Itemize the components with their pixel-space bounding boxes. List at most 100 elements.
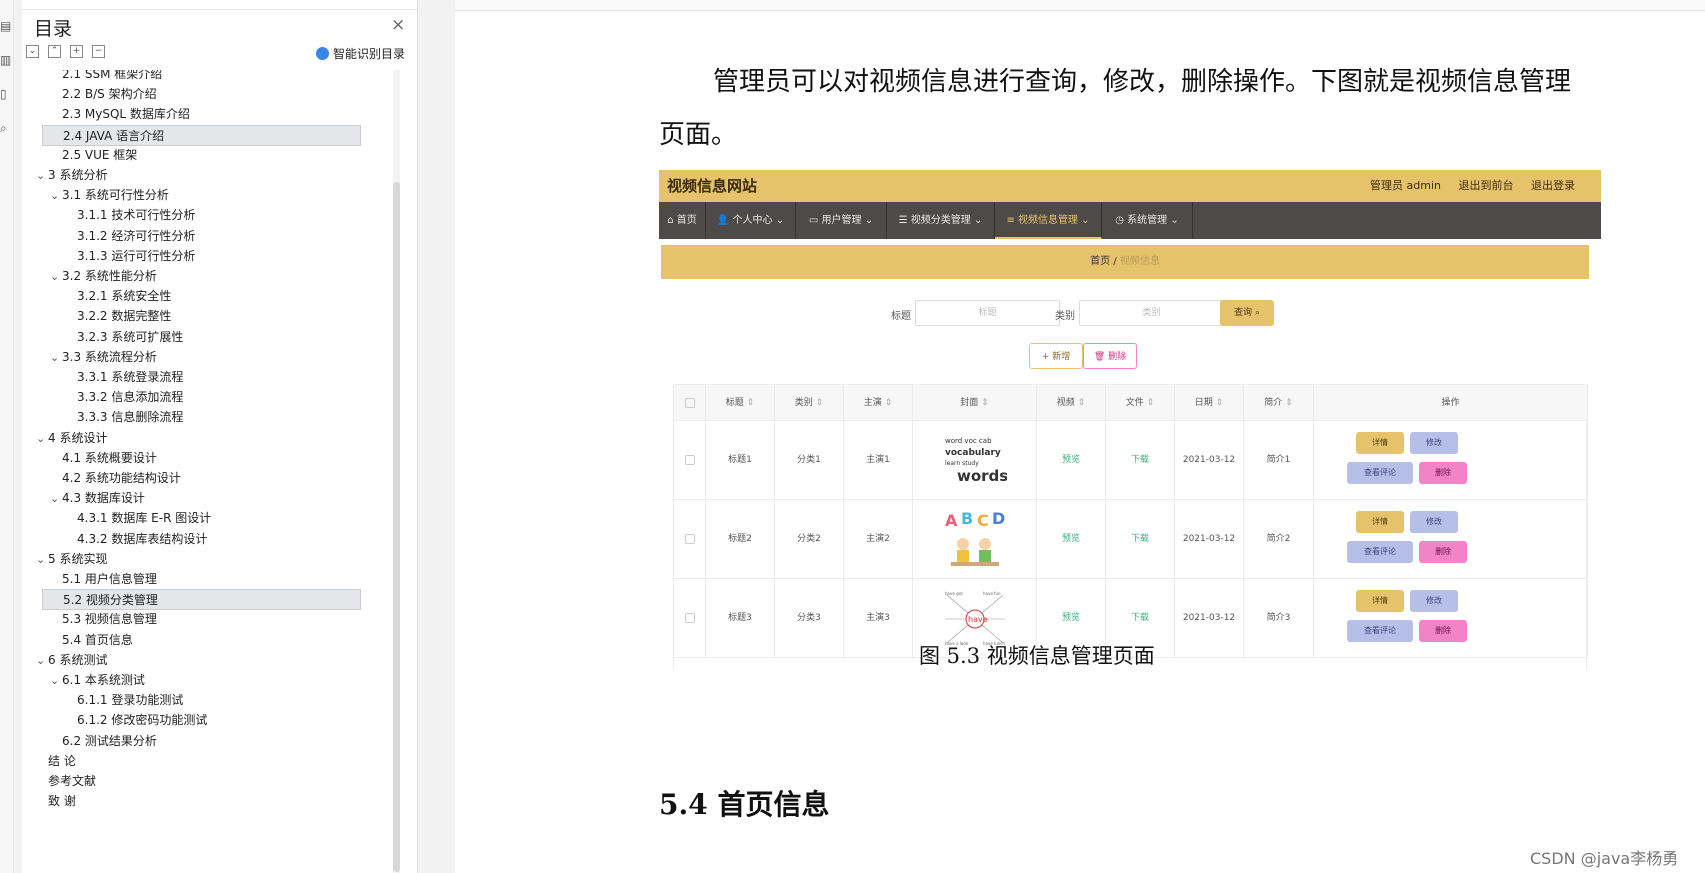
toc-item[interactable]: 参考文献: [22, 771, 96, 792]
column-header[interactable]: 类别 ⇕: [775, 385, 844, 421]
toc-item[interactable]: 2.5 VUE 框架: [22, 145, 137, 166]
chevron-down-icon[interactable]: ⌄: [50, 185, 62, 206]
toc-item[interactable]: ⌄ 3.2 系统性能分析: [22, 266, 157, 287]
chevron-down-icon[interactable]: ⌄: [50, 266, 62, 287]
delete-button[interactable]: 删除: [1419, 462, 1467, 484]
toc-item[interactable]: ⌄ 4.3 数据库设计: [22, 488, 145, 509]
toc-item[interactable]: 3.2.1 系统安全性: [22, 286, 171, 307]
toc-item[interactable]: ⌄ 3.3 系统流程分析: [22, 347, 157, 368]
add-button[interactable]: + 新增: [1029, 343, 1083, 369]
toc-item[interactable]: 3.3.1 系统登录流程: [22, 367, 183, 388]
sort-icon[interactable]: ⇕: [1075, 398, 1086, 408]
table-cell[interactable]: 下载: [1106, 421, 1175, 500]
nav-video-info[interactable]: ≡ 视频信息管理 ⌄: [995, 202, 1102, 239]
toc-item[interactable]: 5.3 视频信息管理: [22, 609, 157, 630]
nav-users[interactable]: ▭ 用户管理 ⌄: [796, 202, 887, 239]
collapse-up-icon[interactable]: ⌃: [48, 45, 61, 58]
expand-all-icon[interactable]: +: [70, 45, 83, 58]
sort-icon[interactable]: ⇕: [813, 398, 824, 408]
crumb-home[interactable]: 首页: [1090, 256, 1110, 267]
smart-toc-button[interactable]: 智能识别目录: [316, 45, 405, 62]
view-comments-button[interactable]: 查看评论: [1347, 541, 1413, 563]
close-icon[interactable]: ×: [391, 16, 405, 34]
sort-icon[interactable]: ⇕: [1144, 398, 1155, 408]
table-cell[interactable]: 预览: [1037, 421, 1106, 500]
toc-item[interactable]: 5.4 首页信息: [22, 630, 133, 651]
toc-item[interactable]: 6.1.2 修改密码功能测试: [22, 710, 207, 731]
column-header[interactable]: 简介 ⇕: [1244, 385, 1314, 421]
chevron-down-icon[interactable]: ⌄: [36, 549, 48, 570]
thumbnail-icon[interactable]: ▥: [0, 52, 12, 68]
toc-item[interactable]: ⌄ 3.1 系统可行性分析: [22, 185, 169, 206]
edit-button[interactable]: 修改: [1410, 590, 1458, 612]
query-button[interactable]: 查询 ⌕: [1220, 300, 1274, 326]
table-cell[interactable]: 预览: [1037, 500, 1106, 579]
chevron-down-icon[interactable]: ⌄: [36, 428, 48, 449]
sort-icon[interactable]: ⇕: [744, 398, 755, 408]
nav-system[interactable]: ◷ 系统管理 ⌄: [1102, 202, 1193, 239]
column-header[interactable]: 视频 ⇕: [1037, 385, 1106, 421]
toc-item[interactable]: ⌄ 3 系统分析: [22, 165, 107, 186]
detail-button[interactable]: 详情: [1356, 432, 1404, 454]
back-to-front-link[interactable]: 退出到前台: [1459, 179, 1514, 192]
column-header[interactable]: 封面 ⇕: [913, 385, 1037, 421]
toc-item[interactable]: 结 论: [22, 751, 76, 772]
logout-link[interactable]: 退出登录: [1531, 179, 1575, 192]
table-cell[interactable]: 下载: [1106, 500, 1175, 579]
bookmark-icon[interactable]: ▯: [0, 86, 12, 102]
batch-delete-button[interactable]: 🗑 删除: [1083, 343, 1137, 369]
toc-item[interactable]: 6.1.1 登录功能测试: [22, 690, 183, 711]
column-header[interactable]: 标题 ⇕: [706, 385, 775, 421]
column-header[interactable]: 主演 ⇕: [844, 385, 913, 421]
select-all-checkbox[interactable]: [685, 398, 695, 408]
toc-item[interactable]: ⌄ 4 系统设计: [22, 428, 107, 449]
chevron-down-icon[interactable]: ⌄: [50, 670, 62, 691]
toc-item[interactable]: 2.1 SSM 框架介绍: [22, 70, 162, 85]
toc-item[interactable]: 4.3.2 数据库表结构设计: [22, 529, 207, 550]
sort-icon[interactable]: ⇕: [1213, 398, 1224, 408]
chevron-down-icon[interactable]: ⌄: [36, 650, 48, 671]
toc-item[interactable]: 致 谢: [22, 791, 76, 812]
toc-item[interactable]: 2.3 MySQL 数据库介绍: [22, 104, 190, 125]
toc-item[interactable]: 3.2.2 数据完整性: [22, 306, 171, 327]
toc-item[interactable]: 3.1.3 运行可行性分析: [22, 246, 195, 267]
category-input[interactable]: 类别: [1079, 300, 1224, 326]
detail-button[interactable]: 详情: [1356, 590, 1404, 612]
search-icon[interactable]: ⌕: [0, 120, 12, 136]
toc-item[interactable]: 4.2 系统功能结构设计: [22, 468, 181, 489]
delete-button[interactable]: 删除: [1419, 620, 1467, 642]
sort-icon[interactable]: ⇕: [978, 398, 989, 408]
row-checkbox[interactable]: [685, 613, 695, 623]
sort-icon[interactable]: ⇕: [1282, 398, 1293, 408]
column-header[interactable]: 操作: [1314, 385, 1588, 421]
delete-button[interactable]: 删除: [1419, 541, 1467, 563]
row-checkbox[interactable]: [685, 534, 695, 544]
toc-item[interactable]: 5.2 视频分类管理: [42, 589, 361, 611]
column-header[interactable]: 文件 ⇕: [1106, 385, 1175, 421]
toc-item[interactable]: 2.4 JAVA 语言介绍: [42, 124, 361, 146]
toc-item[interactable]: 4.1 系统概要设计: [22, 448, 157, 469]
toc-item[interactable]: 3.3.2 信息添加流程: [22, 387, 183, 408]
toc-item[interactable]: 3.3.3 信息删除流程: [22, 407, 183, 428]
detail-button[interactable]: 详情: [1356, 511, 1404, 533]
toc-item[interactable]: ⌄ 6.1 本系统测试: [22, 670, 145, 691]
nav-home[interactable]: ⌂ 首页: [659, 202, 706, 239]
toc-item[interactable]: ⌄ 6 系统测试: [22, 650, 107, 671]
view-comments-button[interactable]: 查看评论: [1347, 462, 1413, 484]
collapse-down-icon[interactable]: ⌄: [26, 45, 39, 58]
title-input[interactable]: 标题: [915, 300, 1060, 326]
row-checkbox[interactable]: [685, 455, 695, 465]
nav-video-category[interactable]: ☰ 视频分类管理 ⌄: [887, 202, 995, 239]
toc-item[interactable]: 4.3.1 数据库 E-R 图设计: [22, 508, 211, 529]
sort-icon[interactable]: ⇕: [882, 398, 893, 408]
chevron-down-icon[interactable]: ⌄: [36, 165, 48, 186]
chevron-down-icon[interactable]: ⌄: [50, 347, 62, 368]
toc-item[interactable]: 3.1.1 技术可行性分析: [22, 205, 195, 226]
toc-item[interactable]: ⌄ 5 系统实现: [22, 549, 107, 570]
collapse-all-icon[interactable]: −: [92, 45, 105, 58]
toc-item[interactable]: 3.1.2 经济可行性分析: [22, 226, 195, 247]
edit-button[interactable]: 修改: [1410, 432, 1458, 454]
view-comments-button[interactable]: 查看评论: [1347, 620, 1413, 642]
column-header[interactable]: 日期 ⇕: [1175, 385, 1244, 421]
edit-button[interactable]: 修改: [1410, 511, 1458, 533]
